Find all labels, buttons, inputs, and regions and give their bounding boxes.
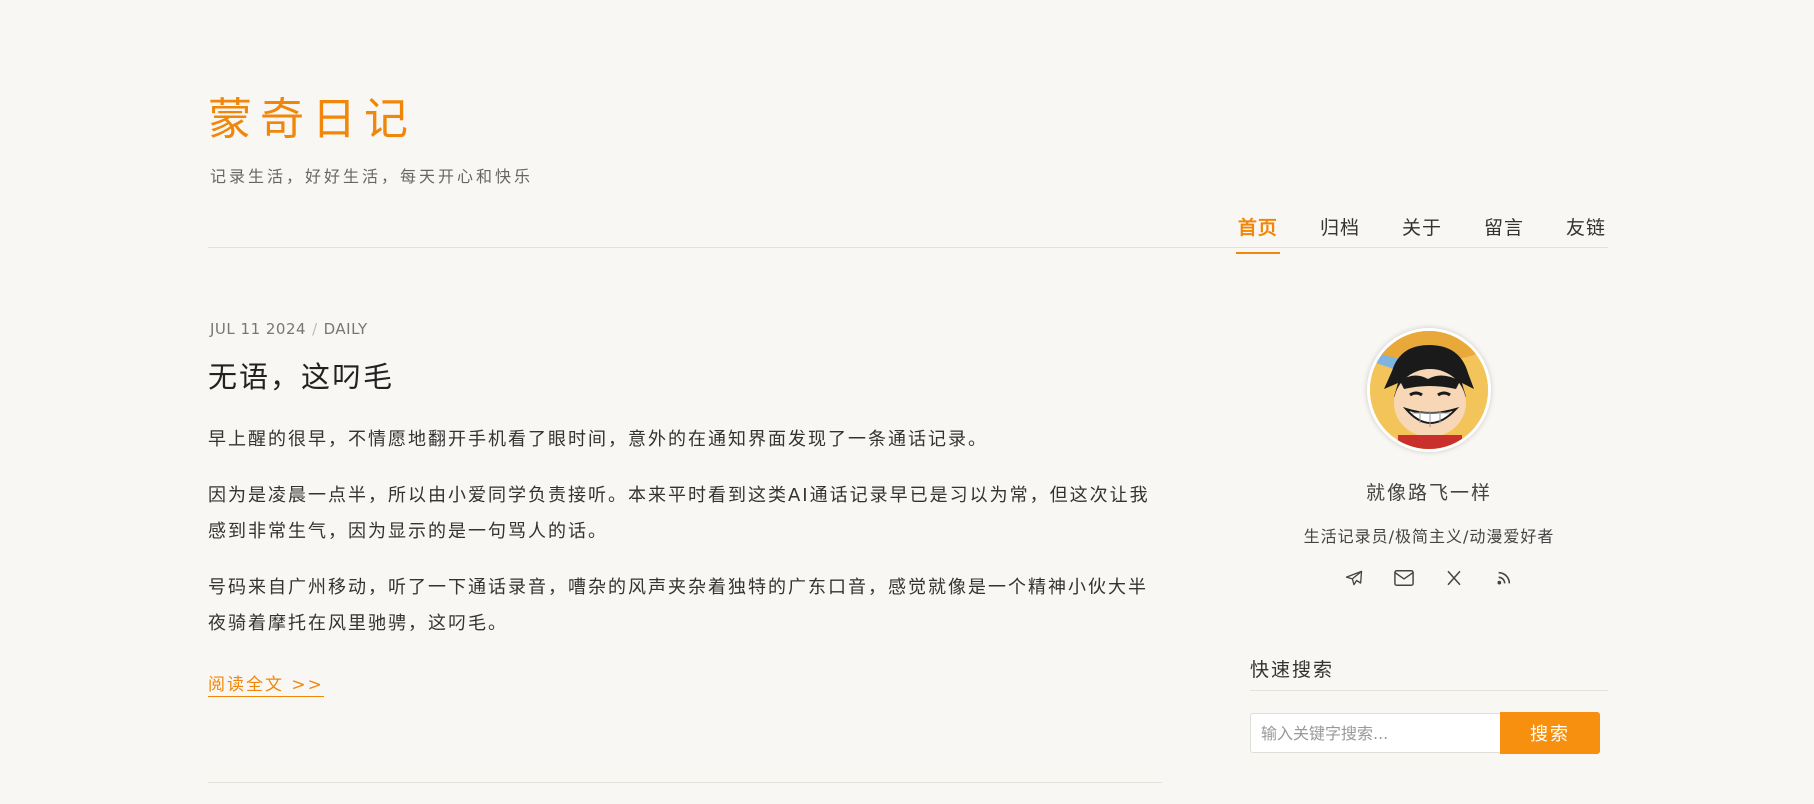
post-date: JUL 11 2024	[210, 320, 307, 338]
author-bio: 生活记录员/极简主义/动漫爱好者	[1303, 527, 1555, 546]
mail-icon[interactable]	[1393, 567, 1415, 589]
sidebar: 就像路飞一样 生活记录员/极简主义/动漫爱好者 快速搜索 搜索	[1250, 328, 1608, 754]
search-widget-title: 快速搜索	[1250, 655, 1608, 691]
search-input[interactable]	[1250, 713, 1500, 753]
post-meta: JUL 11 2024 / DAILY	[210, 320, 1162, 338]
post: JUL 11 2024 / DAILY 无语，这叼毛 早上醒的很早，不情愿地翻开手机…	[208, 320, 1162, 697]
post-paragraph: 早上醒的很早，不情愿地翻开手机看了眼时间，意外的在通知界面发现了一条通话记录。	[208, 429, 988, 450]
avatar-image	[1370, 331, 1488, 449]
social-links	[1250, 567, 1608, 589]
page: 蒙奇日记 记录生活，好好生活，每天开心和快乐 首页 归档 关于 留言 友链 JU…	[0, 0, 1814, 804]
post-excerpt: 早上醒的很早，不情愿地翻开手机看了眼时间，意外的在通知界面发现了一条通话记录。 …	[208, 422, 1162, 642]
search-button[interactable]: 搜索	[1500, 712, 1600, 754]
telegram-icon[interactable]	[1343, 567, 1365, 589]
post-category[interactable]: DAILY	[324, 320, 368, 338]
site-description: 记录生活，好好生活，每天开心和快乐	[210, 167, 534, 186]
post-paragraph: 号码来自广州移动，听了一下通话录音，嘈杂的风声夹杂着独特的广东口音，感觉就像是一…	[208, 577, 1148, 634]
post-divider	[208, 782, 1162, 783]
search-form: 搜索	[1250, 712, 1608, 754]
post-title[interactable]: 无语，这叼毛	[208, 354, 1162, 396]
author-name: 就像路飞一样	[1365, 482, 1492, 504]
site-title[interactable]: 蒙奇日记	[208, 92, 416, 148]
header-divider	[208, 247, 1608, 248]
x-icon[interactable]	[1443, 567, 1465, 589]
rss-icon[interactable]	[1493, 567, 1515, 589]
avatar[interactable]	[1367, 328, 1491, 452]
post-paragraph: 因为是凌晨一点半，所以由小爱同学负责接听。本来平时看到这类AI通话记录早已是习以…	[208, 485, 1150, 542]
read-more-link[interactable]: 阅读全文 >>	[208, 670, 324, 697]
meta-separator: /	[312, 320, 318, 338]
